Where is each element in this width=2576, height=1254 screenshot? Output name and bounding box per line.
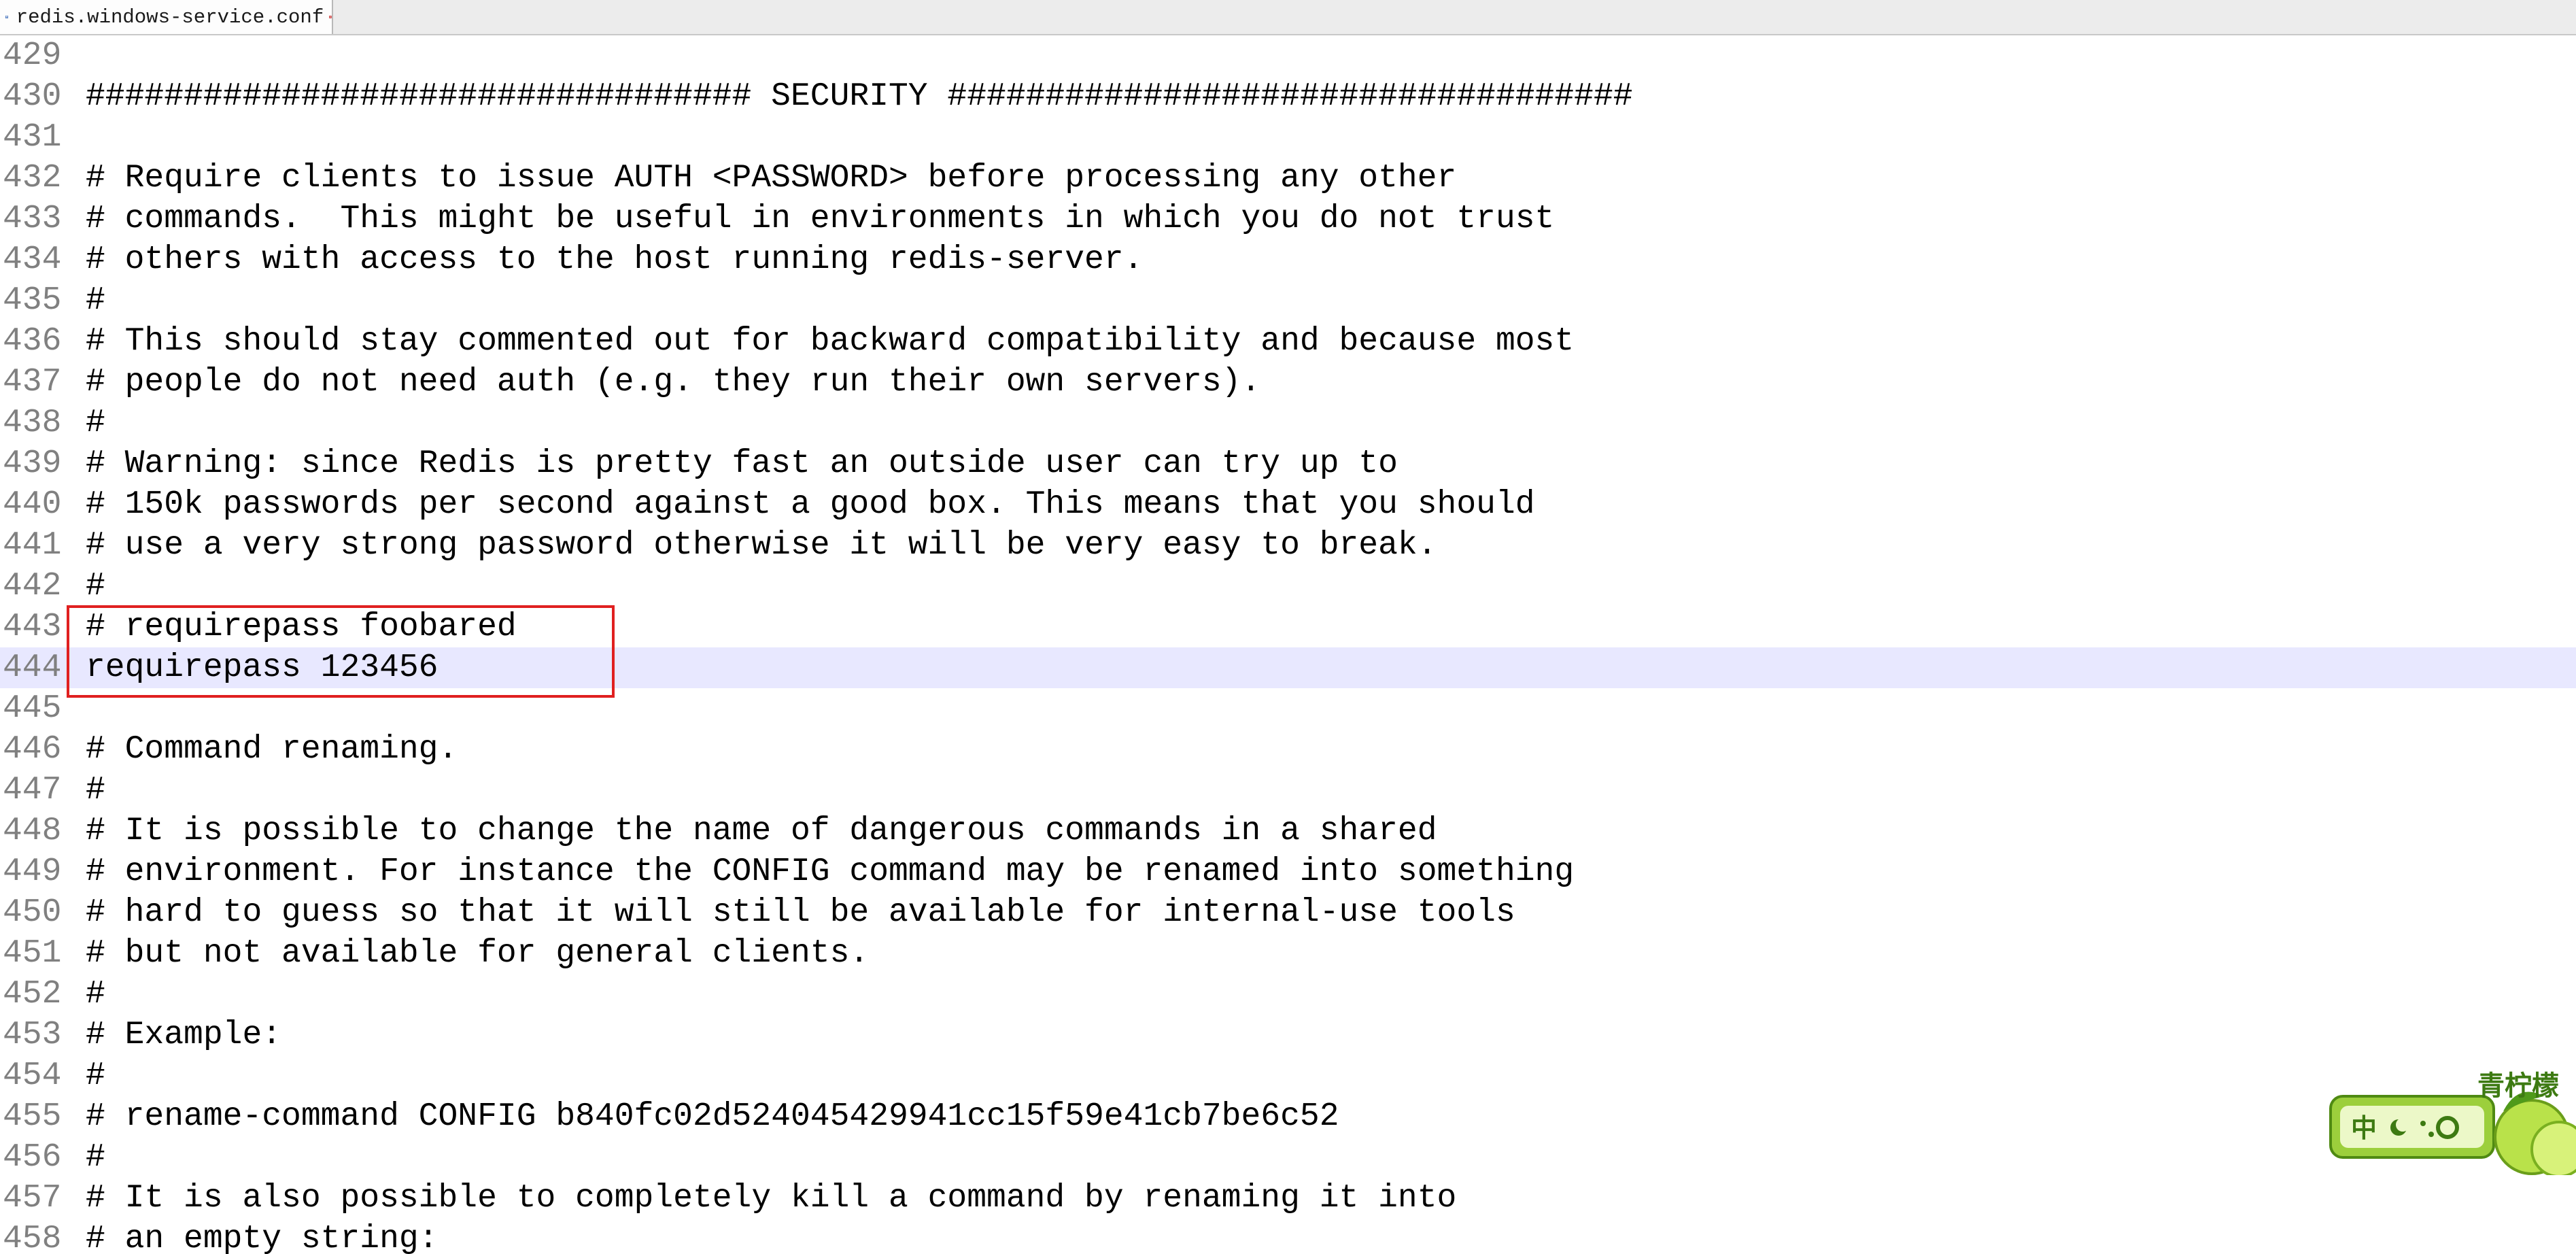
editor-line[interactable]: 443 # requirepass foobared [0, 607, 2576, 647]
editor-line[interactable]: 457 # It is also possible to completely k… [0, 1178, 2576, 1219]
line-number: 438 [0, 403, 68, 443]
line-number: 453 [0, 1015, 68, 1055]
tab-title: redis.windows-service.conf [16, 5, 324, 29]
tab-bar: redis.windows-service.conf [0, 0, 2576, 35]
editor-line[interactable]: 445 [0, 688, 2576, 729]
line-number: 432 [0, 158, 68, 199]
line-text[interactable]: # hard to guess so that it will still be… [86, 892, 1515, 933]
line-text[interactable]: # [86, 566, 105, 607]
line-text[interactable]: # environment. For instance the CONFIG c… [86, 851, 1574, 892]
line-number: 439 [0, 443, 68, 484]
editor-line[interactable]: 434 # others with access to the host runn… [0, 239, 2576, 280]
line-number: 458 [0, 1219, 68, 1254]
line-number: 447 [0, 770, 68, 811]
editor-line[interactable]: 458 # an empty string: [0, 1219, 2576, 1254]
line-number: 456 [0, 1137, 68, 1178]
text-editor[interactable]: 429 430 ##################################… [0, 35, 2576, 1254]
line-text[interactable]: # Require clients to issue AUTH <PASSWOR… [86, 158, 1456, 199]
lemon-ime-icon[interactable]: 中 青柠檬 [2328, 1055, 2576, 1175]
editor-line[interactable]: 437 # people do not need auth (e.g. they … [0, 362, 2576, 403]
editor-line[interactable]: 436 # This should stay commented out for … [0, 321, 2576, 362]
line-number: 444 [0, 647, 68, 688]
line-text[interactable]: # It is possible to change the name of d… [86, 811, 1437, 851]
line-number: 436 [0, 321, 68, 362]
editor-line[interactable]: 429 [0, 35, 2576, 76]
line-text[interactable]: # others with access to the host running… [86, 239, 1143, 280]
line-number: 442 [0, 566, 68, 607]
line-text[interactable]: # [86, 1137, 105, 1178]
line-text[interactable]: # but not available for general clients. [86, 933, 869, 974]
editor-line[interactable]: 438 # [0, 403, 2576, 443]
line-number: 454 [0, 1055, 68, 1096]
line-text[interactable]: # [86, 770, 105, 811]
line-number: 449 [0, 851, 68, 892]
editor-line[interactable]: 447 # [0, 770, 2576, 811]
editor-line[interactable]: 446 # Command renaming. [0, 729, 2576, 770]
line-text[interactable]: # people do not need auth (e.g. they run… [86, 362, 1260, 403]
line-number: 446 [0, 729, 68, 770]
line-text[interactable]: # This should stay commented out for bac… [86, 321, 1574, 362]
editor-line[interactable]: 450 # hard to guess so that it will still… [0, 892, 2576, 933]
line-number: 452 [0, 974, 68, 1015]
line-number: 450 [0, 892, 68, 933]
line-text[interactable]: # an empty string: [86, 1219, 438, 1254]
line-text[interactable]: # use a very strong password otherwise i… [86, 525, 1437, 566]
editor-line[interactable]: 456 # [0, 1137, 2576, 1178]
line-number: 457 [0, 1178, 68, 1219]
editor-line[interactable]: 440 # 150k passwords per second against a… [0, 484, 2576, 525]
editor-line[interactable]: 455 # rename-command CONFIG b840fc02d5240… [0, 1096, 2576, 1137]
line-text[interactable]: # commands. This might be useful in envi… [86, 199, 1554, 239]
line-number: 429 [0, 35, 68, 76]
editor-line[interactable]: 451 # but not available for general clien… [0, 933, 2576, 974]
line-number: 433 [0, 199, 68, 239]
line-number: 443 [0, 607, 68, 647]
line-text[interactable]: requirepass 123456 [86, 647, 438, 688]
editor-line[interactable]: 452 # [0, 974, 2576, 1015]
line-number: 448 [0, 811, 68, 851]
line-text[interactable]: # Example: [86, 1015, 281, 1055]
editor-line[interactable]: 454 # [0, 1055, 2576, 1096]
editor-line[interactable]: 444 requirepass 123456 [0, 647, 2576, 688]
line-text[interactable]: # Warning: since Redis is pretty fast an… [86, 443, 1398, 484]
save-file-icon [5, 15, 8, 19]
line-number: 431 [0, 117, 68, 158]
line-text[interactable]: # rename-command CONFIG b840fc02d5240454… [86, 1096, 1339, 1137]
line-text[interactable]: # It is also possible to completely kill… [86, 1178, 1456, 1219]
line-text[interactable]: # requirepass foobared [86, 607, 517, 647]
close-icon[interactable] [329, 7, 332, 27]
line-number: 455 [0, 1096, 68, 1137]
line-number: 435 [0, 280, 68, 321]
editor-line[interactable]: 453 # Example: [0, 1015, 2576, 1055]
editor-line[interactable]: 448 # It is possible to change the name o… [0, 811, 2576, 851]
editor-line[interactable]: 432 # Require clients to issue AUTH <PASS… [0, 158, 2576, 199]
editor-line[interactable]: 439 # Warning: since Redis is pretty fast… [0, 443, 2576, 484]
editor-line[interactable]: 433 # commands. This might be useful in e… [0, 199, 2576, 239]
tab-redis-windows-service-conf[interactable]: redis.windows-service.conf [0, 0, 333, 34]
editor-line[interactable]: 441 # use a very strong password otherwis… [0, 525, 2576, 566]
editor-line[interactable]: 431 [0, 117, 2576, 158]
line-text[interactable]: # Command renaming. [86, 729, 458, 770]
line-number: 434 [0, 239, 68, 280]
line-text[interactable]: # 150k passwords per second against a go… [86, 484, 1535, 525]
editor-line[interactable]: 435 # [0, 280, 2576, 321]
line-text[interactable]: # [86, 280, 105, 321]
line-number: 430 [0, 76, 68, 117]
line-text[interactable]: # [86, 974, 105, 1015]
line-number: 437 [0, 362, 68, 403]
line-number: 441 [0, 525, 68, 566]
ime-mode-label: 中 [2351, 1113, 2377, 1143]
ime-brand-label: 青柠檬 [2477, 1070, 2559, 1102]
editor-line[interactable]: 449 # environment. For instance the CONFI… [0, 851, 2576, 892]
line-number: 440 [0, 484, 68, 525]
line-number: 445 [0, 688, 68, 729]
line-number: 451 [0, 933, 68, 974]
line-text[interactable]: # [86, 1055, 105, 1096]
editor-line[interactable]: 442 # [0, 566, 2576, 607]
editor-line[interactable]: 430 ################################## SE… [0, 76, 2576, 117]
line-text[interactable]: # [86, 403, 105, 443]
line-text[interactable]: ################################## SECUR… [86, 76, 1633, 117]
